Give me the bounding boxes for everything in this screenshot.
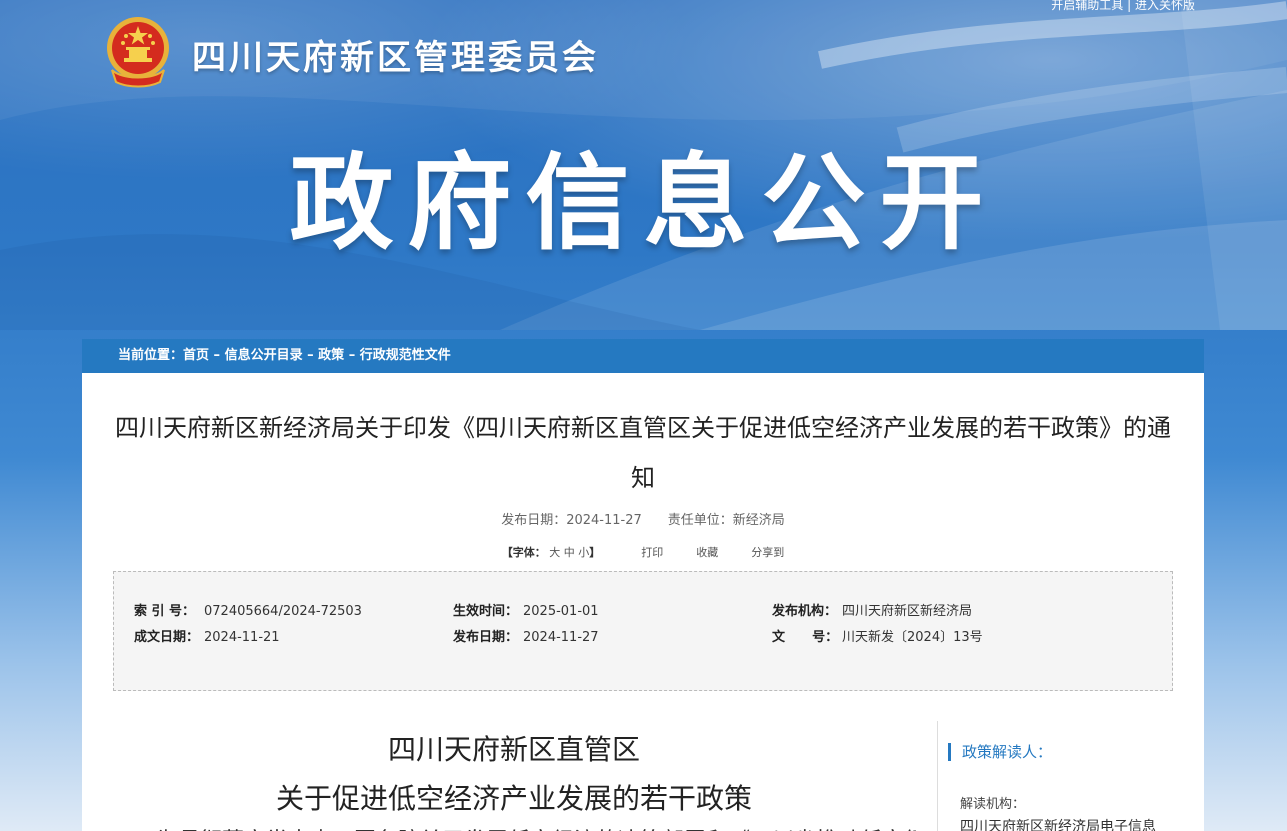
sidebar-org-value: 四川天府新区新经济局电子信息 — [960, 819, 1156, 831]
content-sidebar-divider — [937, 721, 938, 831]
top-links: 开启辅助工具 | 进入关怀版 — [1051, 0, 1195, 13]
content-body: 为贯彻落实党中央、国务院关于发展低空经济的决策部署和《四川省推动低空经济高质量发… — [112, 823, 916, 831]
breadcrumb-separator: – — [209, 348, 225, 363]
hero-title: 政府信息公开 — [289, 142, 998, 264]
share-button[interactable]: 分享到 — [751, 546, 784, 559]
breadcrumb-policy[interactable]: 政策 — [318, 348, 344, 363]
font-size-small[interactable]: 小 — [578, 546, 589, 559]
font-size-close: 】 — [589, 546, 601, 559]
font-size-medium[interactable]: 中 — [564, 546, 575, 559]
info-effective: 生效时间： 2025-01-01 — [453, 600, 599, 619]
breadcrumb-info-catalog[interactable]: 信息公开目录 — [225, 348, 303, 363]
info-effective-label: 生效时间： — [453, 604, 519, 619]
top-links-divider: | — [1127, 0, 1135, 12]
breadcrumb: 当前位置：首页 – 信息公开目录 – 政策 – 行政规范性文件 — [82, 339, 1204, 373]
info-docno-label: 文 号： — [772, 630, 839, 645]
document-tools: 【字体： 大 中 小】 打印 收藏 分享到 — [82, 544, 1204, 560]
info-pub: 发布日期： 2024-11-27 — [453, 626, 599, 645]
font-size-label: 【字体： — [501, 546, 546, 559]
breadcrumb-home[interactable]: 首页 — [183, 348, 209, 363]
info-docno-value: 川天新发〔2024〕13号 — [842, 630, 983, 645]
info-index: 索 引 号： 072405664/2024-72503 — [134, 600, 362, 619]
content-title-line2: 关于促进低空经济产业发展的若干政策 — [275, 782, 752, 815]
breadcrumb-prefix: 当前位置： — [118, 348, 184, 363]
site-title[interactable]: 四川天府新区管理委员会 — [192, 30, 599, 79]
publish-date-label: 发布日期： — [501, 513, 567, 528]
info-index-value: 072405664/2024-72503 — [204, 604, 362, 619]
font-size-large[interactable]: 大 — [549, 546, 560, 559]
national-emblem-icon[interactable] — [102, 14, 174, 88]
breadcrumb-separator: – — [344, 348, 360, 363]
info-docno: 文 号： 川天新发〔2024〕13号 — [772, 626, 983, 645]
info-index-label: 索 引 号： — [134, 604, 196, 619]
info-created-value: 2024-11-21 — [204, 630, 280, 645]
document-card: 四川天府新区新经济局关于印发《四川天府新区直管区关于促进低空经济产业发展的若干政… — [82, 373, 1204, 831]
info-org-label: 发布机构： — [772, 604, 838, 619]
info-effective-value: 2025-01-01 — [523, 604, 599, 619]
elderly-mode-link[interactable]: 进入关怀版 — [1135, 0, 1195, 12]
info-org: 发布机构： 四川天府新区新经济局 — [772, 600, 972, 619]
document-info-box: 索 引 号： 072405664/2024-72503 生效时间： 2025-01-… — [113, 571, 1173, 691]
info-created: 成文日期： 2024-11-21 — [134, 626, 280, 645]
dept-label: 责任单位： — [667, 513, 733, 528]
dept-value: 新经济局 — [732, 513, 785, 528]
document-meta: 发布日期：2024-11-27 责任单位：新经济局 — [82, 509, 1204, 528]
sidebar-org-label: 解读机构： — [960, 797, 1026, 812]
document-title: 四川天府新区新经济局关于印发《四川天府新区直管区关于促进低空经济产业发展的若干政… — [115, 414, 1171, 492]
info-pub-value: 2024-11-27 — [523, 630, 599, 645]
favorite-button[interactable]: 收藏 — [696, 546, 718, 559]
publish-date-value: 2024-11-27 — [566, 513, 642, 528]
accessibility-tools-link[interactable]: 开启辅助工具 — [1051, 0, 1123, 12]
print-button[interactable]: 打印 — [641, 546, 663, 559]
info-pub-label: 发布日期： — [453, 630, 519, 645]
info-created-label: 成文日期： — [134, 630, 200, 645]
content-title-line1: 四川天府新区直管区 — [387, 733, 640, 766]
breadcrumb-separator: – — [302, 348, 319, 363]
sidebar-heading: 政策解读人： — [948, 743, 1052, 761]
breadcrumb-normative-docs[interactable]: 行政规范性文件 — [360, 348, 451, 363]
info-org-value: 四川天府新区新经济局 — [842, 604, 973, 619]
